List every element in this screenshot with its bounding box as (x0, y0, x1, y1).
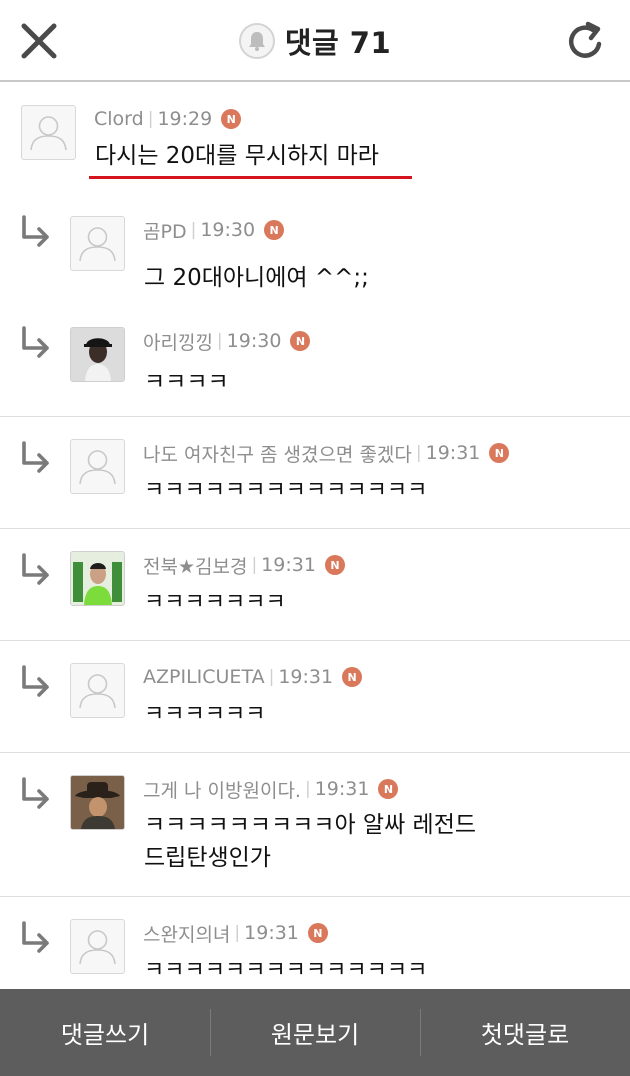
header-bar: 댓글 71 (0, 0, 630, 82)
reply-arrow-icon (22, 215, 49, 247)
comment-author[interactable]: 전북★김보경 (143, 552, 247, 579)
new-badge: N (221, 109, 242, 129)
refresh-button[interactable] (562, 17, 610, 65)
new-badge: N (489, 443, 510, 463)
new-badge: N (307, 923, 328, 943)
header-title-group: 댓글 71 (0, 0, 630, 82)
meta-separator: | (216, 331, 223, 351)
meta-separator: | (251, 555, 258, 575)
write-comment-button[interactable]: 댓글쓰기 (0, 989, 210, 1076)
bell-icon (248, 32, 265, 51)
comment-meta: Clord | 19:29 N (94, 106, 242, 132)
default-avatar-icon (79, 450, 116, 485)
avatar[interactable] (70, 919, 125, 974)
avatar[interactable] (21, 105, 76, 160)
comment-author[interactable]: AZPILICUETA (143, 666, 265, 688)
comment-time: 19:30 (200, 219, 256, 241)
new-badge: N (290, 331, 311, 351)
meta-separator: | (268, 667, 275, 687)
comment-meta: 스완지의녀 | 19:31 N (143, 920, 328, 946)
comment-author[interactable]: Clord (94, 108, 144, 130)
avatar-photo[interactable] (70, 327, 125, 382)
comments-screen: 댓글 71 Clord | 19:29 N 다시는 20대를 무시하지 마라 곰… (0, 0, 630, 1076)
comment-meta: 아리낑낑 | 19:30 N (143, 328, 311, 355)
comment-meta: 나도 여자친구 좀 생겼으면 좋겠다 | 19:31 N (143, 440, 510, 467)
comment-time: 19:31 (244, 922, 299, 944)
view-original-button[interactable]: 원문보기 (210, 989, 420, 1076)
reply-arrow-icon (22, 665, 49, 697)
default-avatar-icon (30, 116, 67, 151)
default-avatar-icon (79, 930, 116, 965)
new-badge: N (324, 555, 345, 575)
avatar-photo[interactable] (70, 775, 125, 830)
comment-author[interactable]: 아리낑낑 (143, 328, 213, 355)
comment-item: AZPILICUETA | 19:31 N ㅋㅋㅋㅋㅋㅋ (0, 640, 630, 752)
comment-text-line2: 드립탄생인가 (144, 845, 271, 871)
comment-text: 다시는 20대를 무시하지 마라 (95, 143, 379, 169)
new-badge: N (378, 779, 399, 799)
comment-time: 19:31 (278, 666, 334, 688)
comment-item: 스완지의녀 | 19:31 N ㅋㅋㅋㅋㅋㅋㅋㅋㅋㅋㅋㅋㅋㅋ (0, 896, 630, 996)
comment-list: Clord | 19:29 N 다시는 20대를 무시하지 마라 곰PD | 1… (0, 82, 630, 996)
comment-time: 19:31 (314, 778, 370, 800)
reply-arrow-icon (22, 326, 49, 358)
notification-bell-button[interactable] (238, 23, 275, 59)
comment-item: 나도 여자친구 좀 생겼으면 좋겠다 | 19:31 N ㅋㅋㅋㅋㅋㅋㅋㅋㅋㅋㅋ… (0, 416, 630, 528)
comment-meta: 전북★김보경 | 19:31 N (143, 552, 345, 578)
refresh-icon (568, 21, 602, 58)
comment-text: ㅋㅋㅋㅋㅋㅋㅋ (144, 590, 286, 615)
comment-time: 19:31 (425, 442, 481, 464)
new-badge: N (264, 220, 285, 240)
comment-item: 전북★김보경 | 19:31 N ㅋㅋㅋㅋㅋㅋㅋ (0, 528, 630, 640)
avatar[interactable] (70, 439, 125, 494)
comment-item: Clord | 19:29 N 다시는 20대를 무시하지 마라 (0, 82, 630, 192)
profile-photo-icon (71, 776, 124, 829)
meta-separator: | (234, 923, 241, 943)
comment-time: 19:29 (157, 108, 213, 130)
highlight-underline (89, 176, 412, 179)
comment-text: ㅋㅋㅋㅋㅋㅋ (144, 702, 266, 727)
comment-text: ㅋㅋㅋㅋㅋㅋㅋㅋㅋ아 알싸 레전드 (144, 812, 477, 838)
first-comment-button[interactable]: 첫댓글로 (420, 989, 630, 1076)
reply-arrow-icon (22, 777, 49, 809)
comment-meta: 그게 나 이방원이다. | 19:31 N (143, 776, 399, 803)
comment-author[interactable]: 스완지의녀 (143, 920, 230, 947)
meta-separator: | (147, 109, 154, 129)
comment-item: 곰PD | 19:30 N 그 20대아니에여 ^^;; (0, 192, 630, 304)
comment-item: 그게 나 이방원이다. | 19:31 N ㅋㅋㅋㅋㅋㅋㅋㅋㅋ아 알싸 레전드 … (0, 752, 630, 896)
new-badge: N (342, 667, 363, 687)
comment-time: 19:30 (226, 330, 282, 352)
comment-text: ㅋㅋㅋㅋㅋㅋㅋㅋㅋㅋㅋㅋㅋㅋ (144, 958, 428, 983)
reply-arrow-icon (22, 921, 49, 953)
comment-author[interactable]: 그게 나 이방원이다. (143, 776, 301, 803)
comment-meta: AZPILICUETA | 19:31 N (143, 664, 363, 690)
comment-author[interactable]: 곰PD (143, 217, 187, 244)
reply-arrow-icon (22, 553, 49, 585)
avatar-photo[interactable] (70, 551, 125, 606)
comment-item: 아리낑낑 | 19:30 N ㅋㅋㅋㅋ (0, 304, 630, 416)
comment-meta: 곰PD | 19:30 N (143, 217, 285, 244)
avatar[interactable] (70, 663, 125, 718)
meta-separator: | (415, 443, 422, 463)
profile-photo-icon (71, 552, 124, 605)
meta-separator: | (304, 779, 311, 799)
bottom-action-bar: 댓글쓰기 원문보기 첫댓글로 (0, 989, 630, 1076)
profile-photo-icon (71, 328, 124, 381)
page-title: 댓글 71 (284, 26, 392, 60)
default-avatar-icon (79, 674, 116, 709)
meta-separator: | (190, 220, 197, 240)
comment-text: 그 20대아니에여 ^^;; (144, 265, 369, 291)
comment-time: 19:31 (261, 554, 316, 576)
comment-text: ㅋㅋㅋㅋㅋㅋㅋㅋㅋㅋㅋㅋㅋㅋ (144, 478, 428, 503)
comment-text: ㅋㅋㅋㅋ (144, 369, 229, 395)
avatar[interactable] (70, 216, 125, 271)
reply-arrow-icon (22, 441, 49, 473)
default-avatar-icon (79, 227, 116, 262)
comment-author[interactable]: 나도 여자친구 좀 생겼으면 좋겠다 (143, 440, 412, 467)
